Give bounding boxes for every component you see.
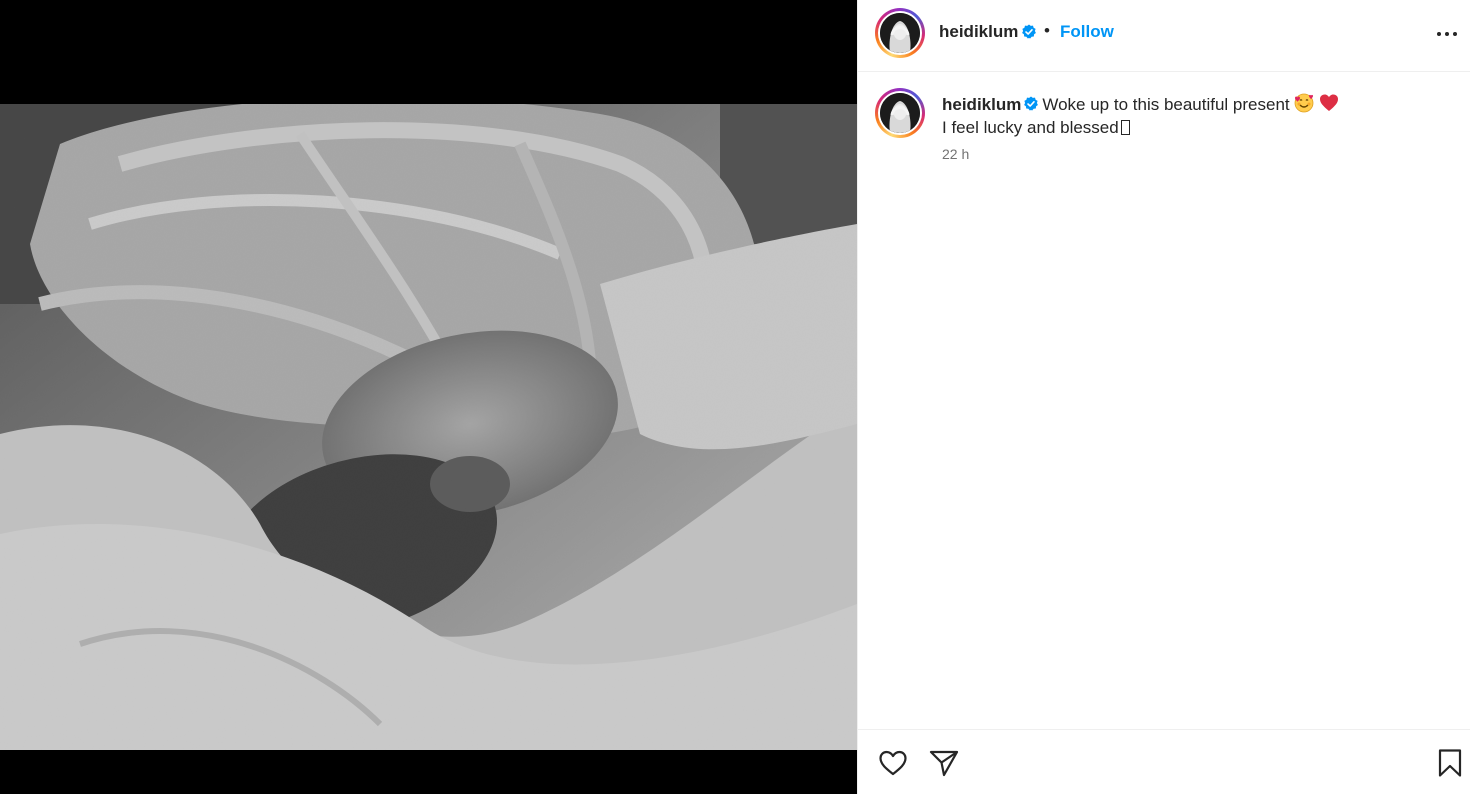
save-bookmark-icon (1438, 749, 1462, 777)
caption-text-line-1: Woke up to this beautiful present (1042, 95, 1290, 114)
caption-username[interactable]: heidiklum (942, 95, 1021, 114)
caption-line-2: I feel lucky and blessed (942, 116, 1442, 139)
caption-text-block: heidiklum Woke up to this beautiful pres… (942, 93, 1442, 139)
caption-text-line-2: I feel lucky and blessed (942, 118, 1119, 137)
post-side-panel: heidiklum • Follow heidiklum Woke up to … (857, 0, 1470, 794)
post-action-bar (858, 729, 1470, 794)
missing-glyph-icon (1120, 120, 1130, 135)
post-photo[interactable] (0, 104, 857, 750)
post-photo-image (0, 104, 857, 750)
avatar[interactable] (880, 93, 920, 133)
share-button[interactable] (928, 747, 960, 779)
smiling-face-with-hearts-icon (1294, 93, 1314, 113)
caption-line-1: heidiklum Woke up to this beautiful pres… (942, 93, 1442, 116)
verified-badge-icon (1024, 96, 1039, 111)
header-separator: • (1044, 21, 1050, 40)
post-timestamp[interactable]: 22 h (942, 146, 969, 162)
like-heart-icon (879, 750, 907, 776)
follow-button[interactable]: Follow (1060, 22, 1114, 42)
author-avatar-story-ring[interactable] (875, 8, 925, 58)
verified-badge-icon (1022, 24, 1036, 39)
red-heart-icon (1320, 94, 1339, 111)
post-media-area[interactable] (0, 0, 857, 794)
avatar[interactable] (880, 13, 920, 53)
save-button[interactable] (1434, 747, 1466, 779)
more-options-icon[interactable] (1435, 24, 1459, 44)
post-header: heidiklum • Follow (858, 0, 1470, 72)
share-paper-plane-icon (929, 750, 959, 777)
like-button[interactable] (877, 747, 909, 779)
caption-avatar-story-ring[interactable] (875, 88, 925, 138)
author-username[interactable]: heidiklum (939, 22, 1018, 42)
